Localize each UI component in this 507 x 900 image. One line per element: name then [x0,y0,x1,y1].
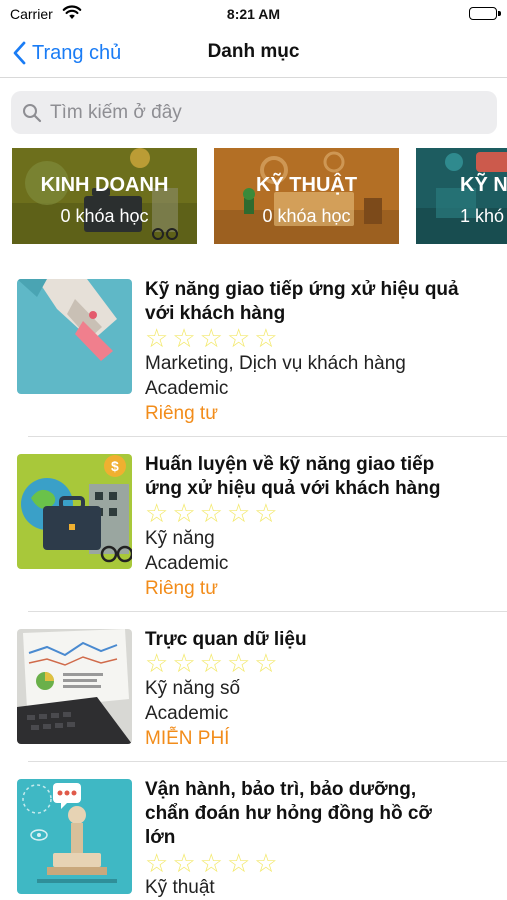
course-category: Kỹ năng [145,528,215,549]
star-empty-icon: ☆ [226,848,251,878]
star-empty-icon: ☆ [254,848,278,878]
rating-stars: ☆ ☆ ☆ ☆ ☆ [145,500,278,526]
battery-icon [469,7,497,20]
star-empty-icon: ☆ [226,648,251,678]
category-name: KỸ THUẬT [255,174,358,196]
course-thumbnail: $ [17,454,132,569]
course-title: Huấn luyện về kỹ năng giao tiếp ứng xử h… [145,453,495,501]
status-bar: Carrier 8:21 AM [0,0,507,30]
category-count: 1 khó [460,206,505,226]
battery-tip [498,11,501,16]
star-empty-icon: ☆ [145,848,169,878]
briefcase-icon: $ [17,454,132,569]
course-category: Kỹ thuật [145,877,215,898]
course-thumbnail [17,629,132,744]
svg-text:$: $ [111,458,119,474]
course-title-line: Huấn luyện về kỹ năng giao tiếp [145,454,435,475]
course-item[interactable]: $ Huấn luyện về kỹ năng giao tiếp ứng xử… [0,437,507,612]
star-empty-icon: ☆ [145,323,169,353]
course-title-line: Vận hành, bảo trì, bảo dưỡng, [145,779,417,800]
course-category: Marketing, Dịch vụ khách hàng [145,353,406,374]
star-empty-icon: ☆ [199,323,223,353]
stamp-icon [17,779,132,894]
category-card-kinh-doanh[interactable]: KINH DOANH 0 khóa học [12,148,197,244]
category-name: KỸ N [460,174,507,196]
star-empty-icon: ☆ [145,498,169,528]
teal-hand-icon [17,279,132,394]
star-empty-icon: ☆ [199,848,223,878]
course-privacy: MIỄN PHÍ [145,728,230,749]
course-privacy: Riêng tư [145,578,218,599]
star-empty-icon: ☆ [254,323,278,353]
star-empty-icon: ☆ [254,648,278,678]
star-empty-icon: ☆ [226,323,251,353]
page-title: Danh mục [207,41,300,62]
course-item[interactable]: Vận hành, bảo trì, bảo dưỡng, chẩn đoán … [0,762,507,900]
star-empty-icon: ☆ [145,648,169,678]
course-item[interactable]: Trực quan dữ liệu ☆ ☆ ☆ ☆ ☆ Kỹ năng số A… [0,612,507,762]
course-thumbnail [17,779,132,894]
search-bar[interactable] [11,91,497,134]
course-thumbnail [17,279,132,394]
category-card-ky-nang[interactable]: KỸ N 1 khó [416,148,507,244]
clock: 8:21 AM [226,6,281,22]
course-provider: Academic [145,553,229,574]
star-empty-icon: ☆ [172,498,196,528]
rating-stars: ☆ ☆ ☆ ☆ ☆ [145,650,278,676]
category-carousel[interactable]: KINH DOANH 0 khóa học KỸ THUẬT 0 khóa họ… [0,146,507,246]
search-input[interactable] [50,101,470,124]
course-provider: Academic [145,378,229,399]
course-title: Kỹ năng giao tiếp ứng xử hiệu quả với kh… [145,278,495,326]
course-title-line: chẩn đoán hư hỏng đồng hồ cỡ [145,803,432,824]
category-card-ky-thuat[interactable]: KỸ THUẬT 0 khóa học [214,148,399,244]
report-laptop-icon [17,629,132,744]
course-provider: Academic [145,703,229,724]
star-empty-icon: ☆ [226,498,251,528]
star-empty-icon: ☆ [199,498,223,528]
star-empty-icon: ☆ [172,848,196,878]
rating-stars: ☆ ☆ ☆ ☆ ☆ [145,850,278,876]
category-count: 0 khóa học [60,206,149,226]
star-empty-icon: ☆ [172,648,196,678]
course-title-line: với khách hàng [145,303,286,324]
rating-stars: ☆ ☆ ☆ ☆ ☆ [145,325,278,351]
course-category: Kỹ năng số [145,678,241,699]
category-count: 0 khóa học [262,206,351,226]
course-list: Kỹ năng giao tiếp ứng xử hiệu quả với kh… [0,262,507,900]
course-title: Trực quan dữ liệu [145,628,495,652]
course-title-line: Kỹ năng giao tiếp ứng xử hiệu quả [145,279,459,300]
course-title: Vận hành, bảo trì, bảo dưỡng, chẩn đoán … [145,778,495,850]
course-title-line: ứng xử hiệu quả với khách hàng [145,478,441,499]
course-title-line: Trực quan dữ liệu [145,629,307,650]
course-item[interactable]: Kỹ năng giao tiếp ứng xử hiệu quả với kh… [0,262,507,437]
star-empty-icon: ☆ [199,648,223,678]
course-title-line: lớn [145,827,176,848]
star-empty-icon: ☆ [254,498,278,528]
course-privacy: Riêng tư [145,403,218,424]
category-name: KINH DOANH [40,174,169,196]
search-icon [23,103,42,122]
star-empty-icon: ☆ [172,323,196,353]
navigation-bar: Trang chủ Danh mục [0,30,507,78]
